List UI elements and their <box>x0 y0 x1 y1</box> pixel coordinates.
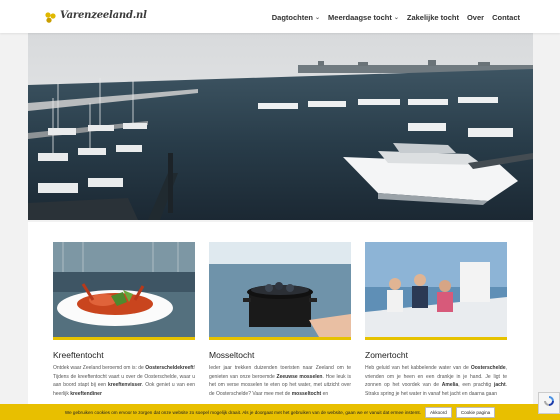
recaptcha-badge[interactable] <box>538 392 560 414</box>
card-title[interactable]: Zomertocht <box>365 350 507 360</box>
nav-item-contact[interactable]: Contact <box>492 13 520 22</box>
nav-label: Dagtochten <box>271 13 314 22</box>
card-mosseltocht[interactable]: Mosseltocht Ieder jaar trekken duizenden… <box>209 242 351 398</box>
logo-icon <box>44 10 57 23</box>
lobster-dish-image <box>53 242 195 337</box>
card-title[interactable]: Mosseltocht <box>209 350 351 360</box>
chevron-down-icon: ⌄ <box>315 15 321 21</box>
card-accent-bar <box>209 337 351 340</box>
recaptcha-icon <box>543 394 555 412</box>
nav-item-zakelijke-tocht[interactable]: Zakelijke tocht <box>407 13 459 22</box>
chevron-down-icon: ⌄ <box>393 15 399 21</box>
card-text: Heb geluid van het kabbelende water van … <box>365 365 507 397</box>
card-kreeftentocht[interactable]: Kreeftentocht Ontdek waar Zeeland beroem… <box>53 242 195 398</box>
cookie-bar: We gebruiken cookies om ervoor te zorgen… <box>0 404 560 420</box>
mussel-pot-image <box>209 242 351 337</box>
main-nav: Dagtochten ⌄ Meerdaagse tocht ⌄ Zakelijk… <box>272 13 520 22</box>
nav-item-meerdaagse-tocht[interactable]: Meerdaagse tocht ⌄ <box>328 13 399 22</box>
nav-label: Over <box>466 13 485 22</box>
cookie-policy-button[interactable]: Cookie pagina <box>455 406 496 418</box>
cookie-text: We gebruiken cookies om ervoor te zorgen… <box>64 409 421 415</box>
nav-label: Zakelijke tocht <box>406 13 459 22</box>
content-section: Kreeftentocht Ontdek waar Zeeland beroem… <box>28 222 533 420</box>
logo-text: Varenzeeland.nl <box>60 10 147 21</box>
card-zomertocht[interactable]: Zomertocht Heb geluid van het kabbelende… <box>365 242 507 398</box>
card-accent-bar <box>365 337 507 340</box>
nav-label: Meerdaagse tocht <box>328 13 392 22</box>
hero-harbor-image <box>28 33 533 220</box>
card-text: Ieder jaar trekken duizenden toeristen n… <box>209 365 351 397</box>
cookie-accept-button[interactable]: Akkoord <box>424 406 452 418</box>
card-title[interactable]: Kreeftentocht <box>53 350 195 360</box>
logo[interactable]: Varenzeeland.nl <box>44 10 147 23</box>
card-text: Ontdek waar Zeeland beroemd om is: de Oo… <box>53 365 196 397</box>
nav-item-over[interactable]: Over <box>467 13 484 22</box>
nav-label: Contact <box>492 13 520 22</box>
card-accent-bar <box>53 337 195 340</box>
nav-item-dagtochten[interactable]: Dagtochten ⌄ <box>272 13 320 22</box>
summer-boat-image <box>365 242 507 337</box>
page: Varenzeeland.nl Dagtochten ⌄ Meerdaagse … <box>0 0 560 420</box>
site-header: Varenzeeland.nl Dagtochten ⌄ Meerdaagse … <box>0 0 560 33</box>
